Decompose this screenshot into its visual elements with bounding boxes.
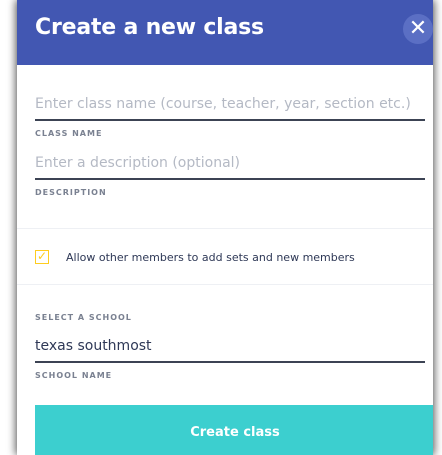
description-label: DESCRIPTION	[35, 188, 107, 197]
allow-members-checkbox[interactable]: ✓	[35, 249, 49, 264]
modal-header: Create a new class ✕	[17, 0, 433, 65]
class-name-label: CLASS NAME	[35, 129, 103, 138]
class-name-field: Enter class name (course, teacher, year,…	[35, 96, 425, 138]
class-name-input[interactable]: Enter class name (course, teacher, year,…	[35, 96, 425, 121]
modal-title: Create a new class	[35, 15, 264, 40]
section-divider	[17, 284, 433, 285]
school-name-label: SCHOOL NAME	[35, 371, 113, 380]
close-icon[interactable]: ✕	[403, 14, 433, 44]
section-divider	[17, 228, 433, 229]
allow-members-option[interactable]: ✓ Allow other members to add sets and ne…	[35, 247, 355, 267]
allow-members-label: Allow other members to add sets and new …	[66, 250, 355, 264]
description-field: Enter a description (optional) DESCRIPTI…	[35, 155, 425, 197]
select-school-heading: SELECT A SCHOOL	[35, 313, 132, 322]
checkmark-icon: ✓	[37, 249, 48, 263]
school-name-input[interactable]: texas southmost	[35, 338, 425, 363]
create-class-modal: Create a new class ✕ Enter class name (c…	[17, 0, 433, 455]
description-input[interactable]: Enter a description (optional)	[35, 155, 425, 180]
create-class-button[interactable]: Create class	[35, 405, 433, 455]
page-background: Create a new class ✕ Enter class name (c…	[0, 0, 442, 455]
school-name-field: texas southmost SCHOOL NAME	[35, 338, 425, 380]
